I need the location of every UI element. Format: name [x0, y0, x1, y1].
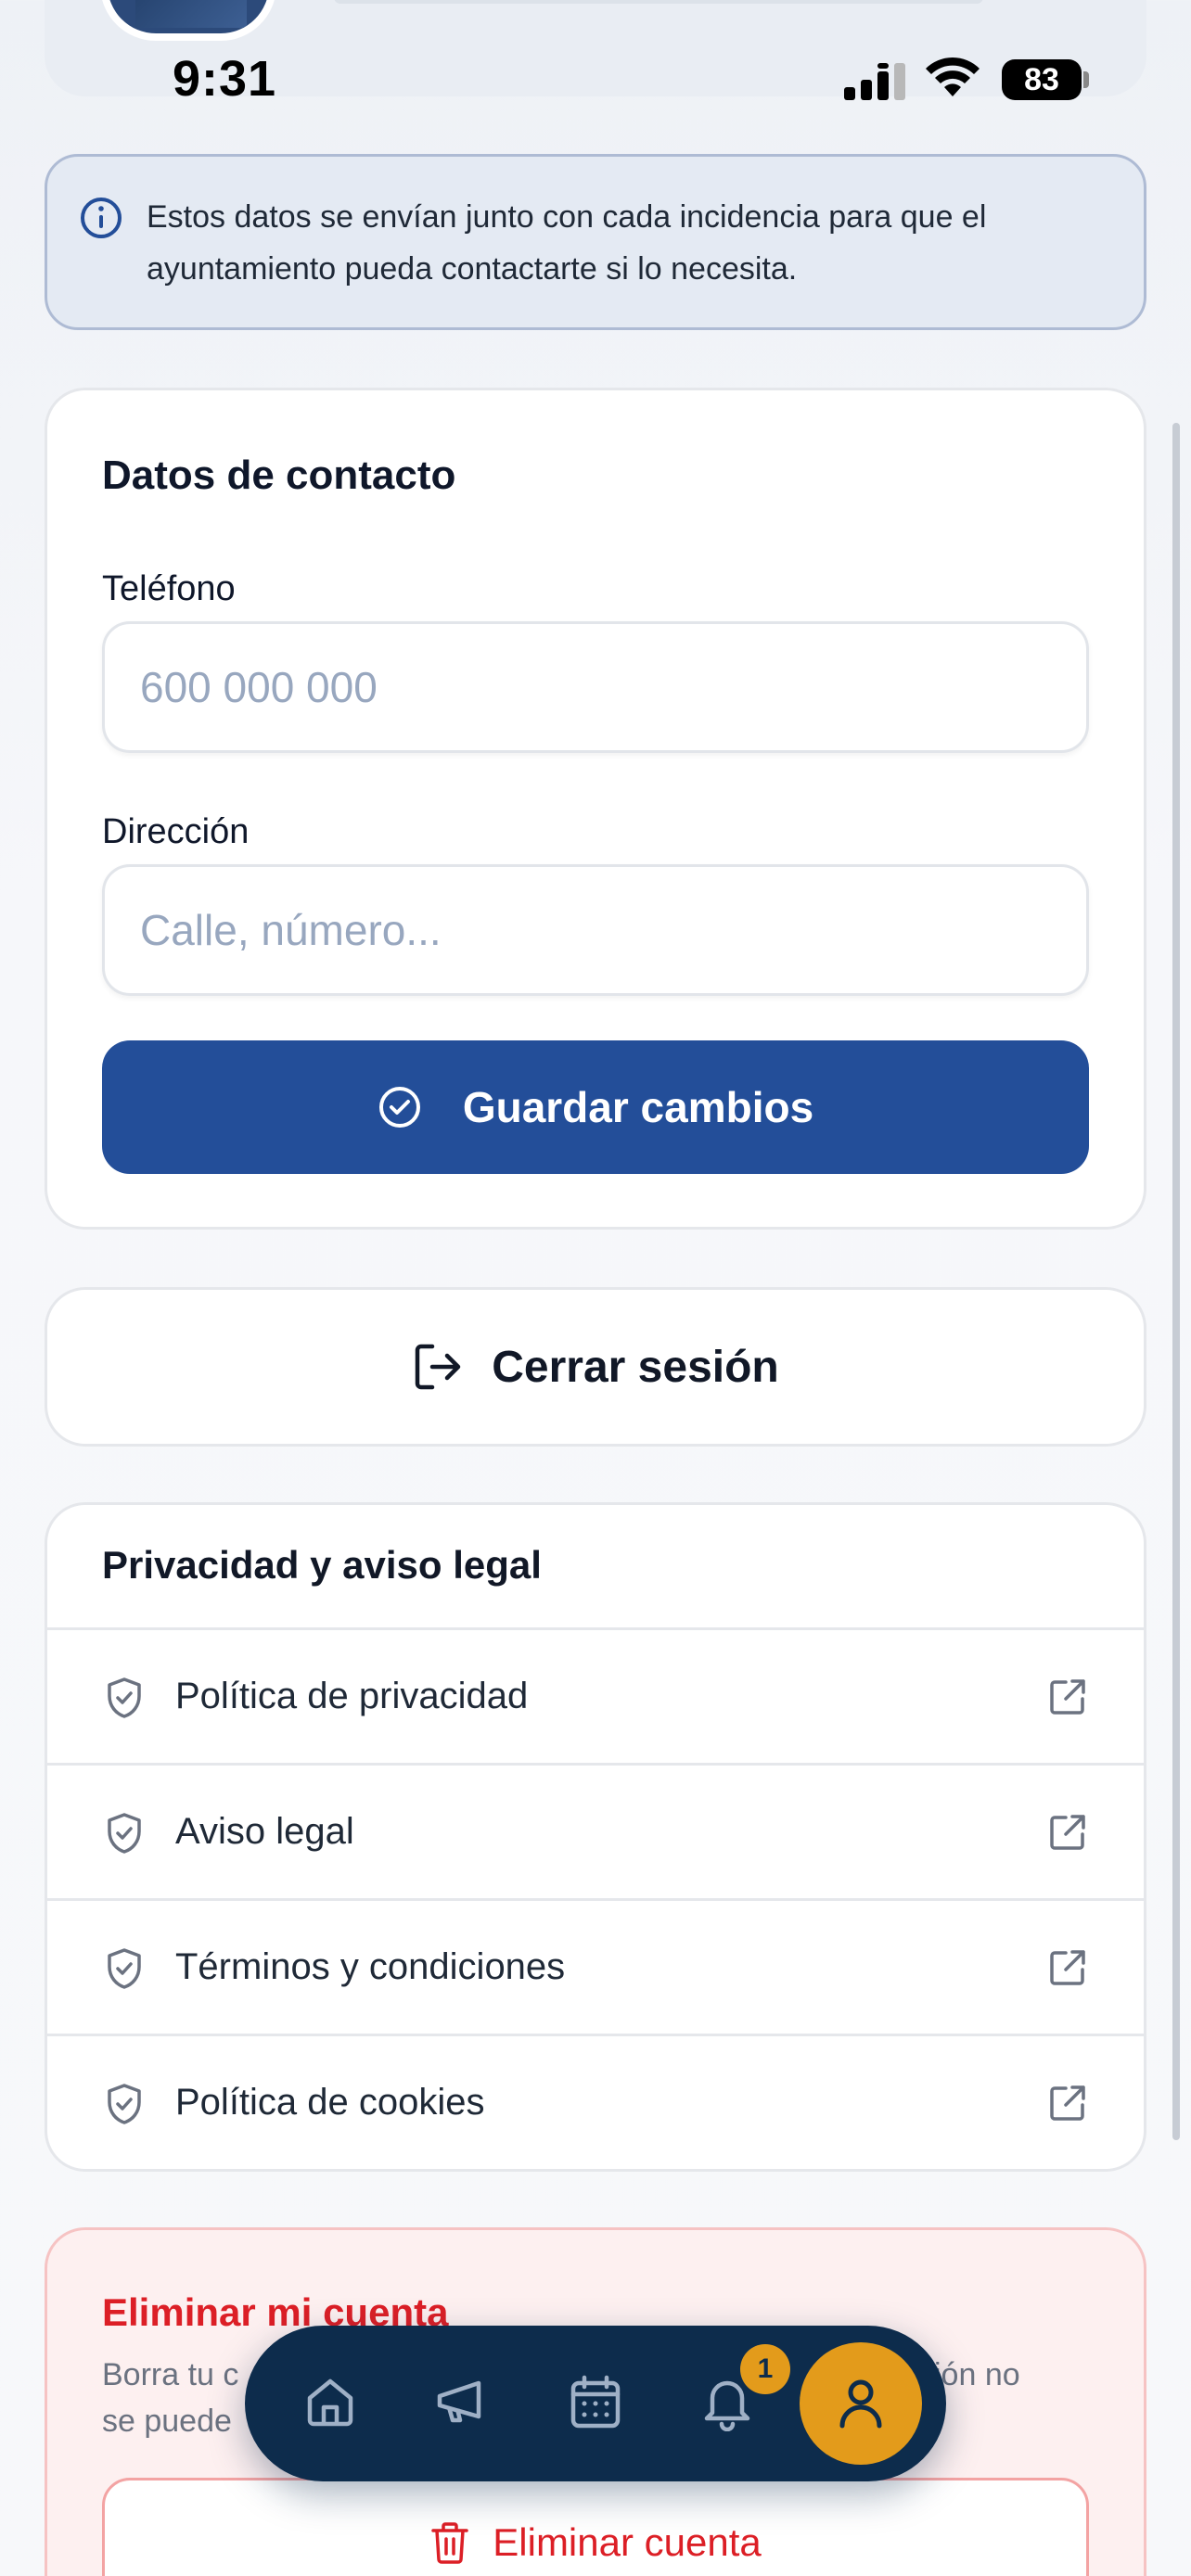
contact-card-title: Datos de contacto — [102, 453, 456, 498]
header-text-fragment — [334, 0, 983, 4]
address-label: Dirección — [102, 812, 250, 851]
external-link-icon — [1050, 2085, 1085, 2121]
status-time: 9:31 — [173, 51, 277, 107]
user-icon — [839, 2379, 882, 2429]
battery-level: 83 — [1024, 61, 1059, 97]
save-changes-label: Guardar cambios — [462, 1083, 814, 1131]
delete-desc-fragment-3: se puede — [102, 2404, 232, 2439]
delete-account-button[interactable]: Eliminar cuenta — [102, 2478, 1089, 2576]
phone-label: Teléfono — [102, 569, 236, 608]
external-link-icon — [1050, 1950, 1085, 1985]
profile-tab[interactable] — [800, 2342, 922, 2465]
save-changes-button[interactable]: Guardar cambios — [102, 1040, 1089, 1174]
delete-account-label: Eliminar cuenta — [493, 2520, 762, 2564]
legal-item-label: Política de privacidad — [175, 1676, 529, 1716]
info-banner-text: Estos datos se envían junto con cada inc… — [147, 199, 987, 287]
logout-label: Cerrar sesión — [492, 1342, 779, 1392]
logout-button[interactable]: Cerrar sesión — [45, 1287, 1146, 1447]
legal-item-privacy[interactable]: Política de privacidad — [47, 1627, 1144, 1763]
external-link-icon — [1050, 1815, 1085, 1850]
shield-check-icon — [108, 1948, 141, 1989]
legal-item-terms[interactable]: Términos y condiciones — [47, 1898, 1144, 2034]
legal-item-label: Aviso legal — [175, 1811, 354, 1852]
check-circle-icon — [378, 1087, 420, 1128]
battery-indicator: 83 — [1002, 59, 1082, 100]
info-icon — [81, 198, 122, 238]
battery-tip — [1083, 71, 1089, 88]
wifi-icon — [926, 57, 980, 96]
trash-icon — [431, 2522, 469, 2564]
legal-item-cookies[interactable]: Política de cookies — [47, 2034, 1144, 2169]
delete-desc-fragment-1: Borra tu c — [102, 2357, 239, 2392]
calendar-icon[interactable] — [566, 2372, 625, 2431]
address-input[interactable] — [102, 864, 1089, 996]
legal-card-title: Privacidad y aviso legal — [102, 1543, 542, 1587]
notification-badge: 1 — [740, 2344, 790, 2394]
external-link-icon — [1050, 1679, 1085, 1715]
shield-check-icon — [108, 1677, 141, 1718]
megaphone-icon[interactable] — [432, 2372, 492, 2431]
phone-input[interactable] — [102, 621, 1089, 753]
scrollbar[interactable] — [1172, 423, 1180, 2140]
shield-check-icon — [108, 1813, 141, 1854]
shield-check-icon — [108, 2084, 141, 2124]
logout-icon — [416, 1344, 461, 1390]
home-icon[interactable] — [301, 2372, 360, 2431]
legal-item-legal-notice[interactable]: Aviso legal — [47, 1763, 1144, 1898]
signal-icon — [844, 63, 905, 100]
legal-item-label: Términos y condiciones — [175, 1946, 566, 1987]
legal-item-label: Política de cookies — [175, 2082, 485, 2123]
